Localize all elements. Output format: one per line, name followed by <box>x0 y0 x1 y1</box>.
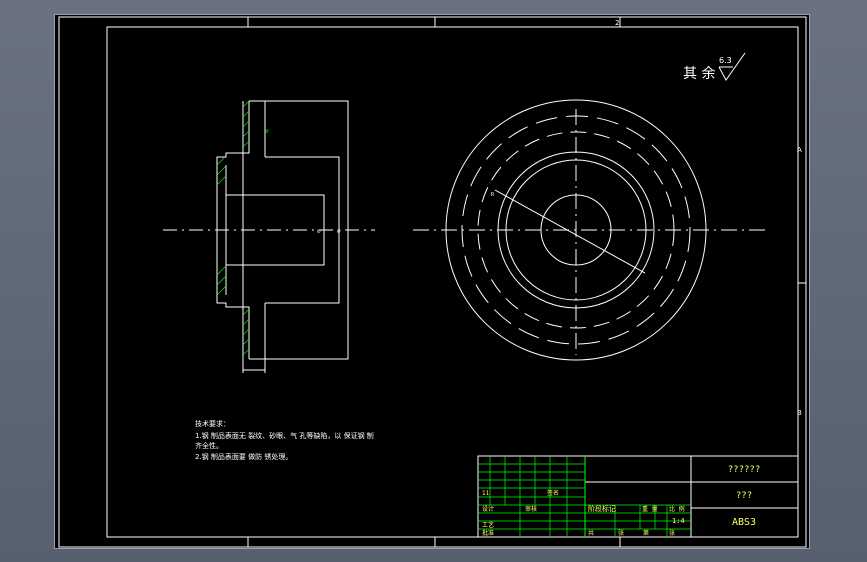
outer-border <box>58 16 807 548</box>
tb-cell-ratio: 1:4 <box>672 517 685 525</box>
section-dim-diameter: ∅ <box>317 228 321 235</box>
tb-cell-approve: 批准 <box>482 529 494 537</box>
tb-cell-design: 设计 <box>482 505 494 513</box>
tech-req-line-1: 1.钢 制品表面无 裂纹、砂眼、气 孔等缺陷，以 保证钢 制 <box>195 431 374 440</box>
zone-label-right-b: B <box>797 409 802 417</box>
tb-cell-review: 审核 <box>525 505 537 513</box>
section-view <box>163 100 375 373</box>
tech-requirements: 技术要求： 1.钢 制品表面无 裂纹、砂眼、气 孔等缺陷，以 保证钢 制 齐全性… <box>195 419 374 461</box>
tb-cell-scale: 比 例 <box>669 505 685 513</box>
tb-subtitle: ??? <box>736 491 752 501</box>
tb-material: ABS3 <box>732 517 756 528</box>
tb-cell-sheet: 张 <box>669 529 675 537</box>
tb-cell-sign: 签名 <box>547 489 559 497</box>
zone-label-right-a: A <box>797 146 802 154</box>
drawing-canvas[interactable]: 2 A B 其 余 6.3 ∅ ∅ ∅ R 技术要求： 1.钢 制品表面无 裂纹… <box>55 15 811 550</box>
front-dim-leader <box>494 189 646 274</box>
section-hatch <box>216 100 250 356</box>
surface-roughness-value: 6.3 <box>719 56 732 65</box>
surface-finish-label: 其 余 <box>683 65 715 82</box>
tech-req-heading: 技术要求： <box>195 419 230 428</box>
zone-label-top: 2 <box>615 19 619 27</box>
drawing-sheet[interactable]: 2 A B 其 余 6.3 ∅ ∅ ∅ R 技术要求： 1.钢 制品表面无 裂纹… <box>54 14 810 549</box>
tb-cell-sheets: 张 <box>618 529 624 537</box>
tb-cell-weight: 重 量 <box>642 505 658 513</box>
tech-req-line-2: 齐全性。 <box>195 441 223 450</box>
tech-req-line-3: 2.钢 制品表面要 做防 锈处理。 <box>195 452 292 461</box>
front-view <box>413 99 770 361</box>
tb-cell-stage: 阶段标记 <box>588 504 616 513</box>
tb-cell-total: 共 <box>588 529 594 537</box>
tb-cell-no: 第 <box>643 529 649 537</box>
tb-cell-mark: 11 <box>482 490 490 497</box>
tb-part-name: ?????? <box>728 465 761 475</box>
section-dim-diameter-2: ∅ <box>337 228 341 235</box>
front-dim-radius: R <box>491 192 495 198</box>
cad-viewport[interactable]: 2 A B 其 余 6.3 ∅ ∅ ∅ R 技术要求： 1.钢 制品表面无 裂纹… <box>0 0 867 562</box>
section-dim-note: ∅ <box>265 128 269 135</box>
title-block: 11 签名 设计 审核 工艺 批准 阶段标记 重 量 比 例 1:4 共 张 第… <box>477 455 799 538</box>
tb-cell-process: 工艺 <box>482 521 494 529</box>
